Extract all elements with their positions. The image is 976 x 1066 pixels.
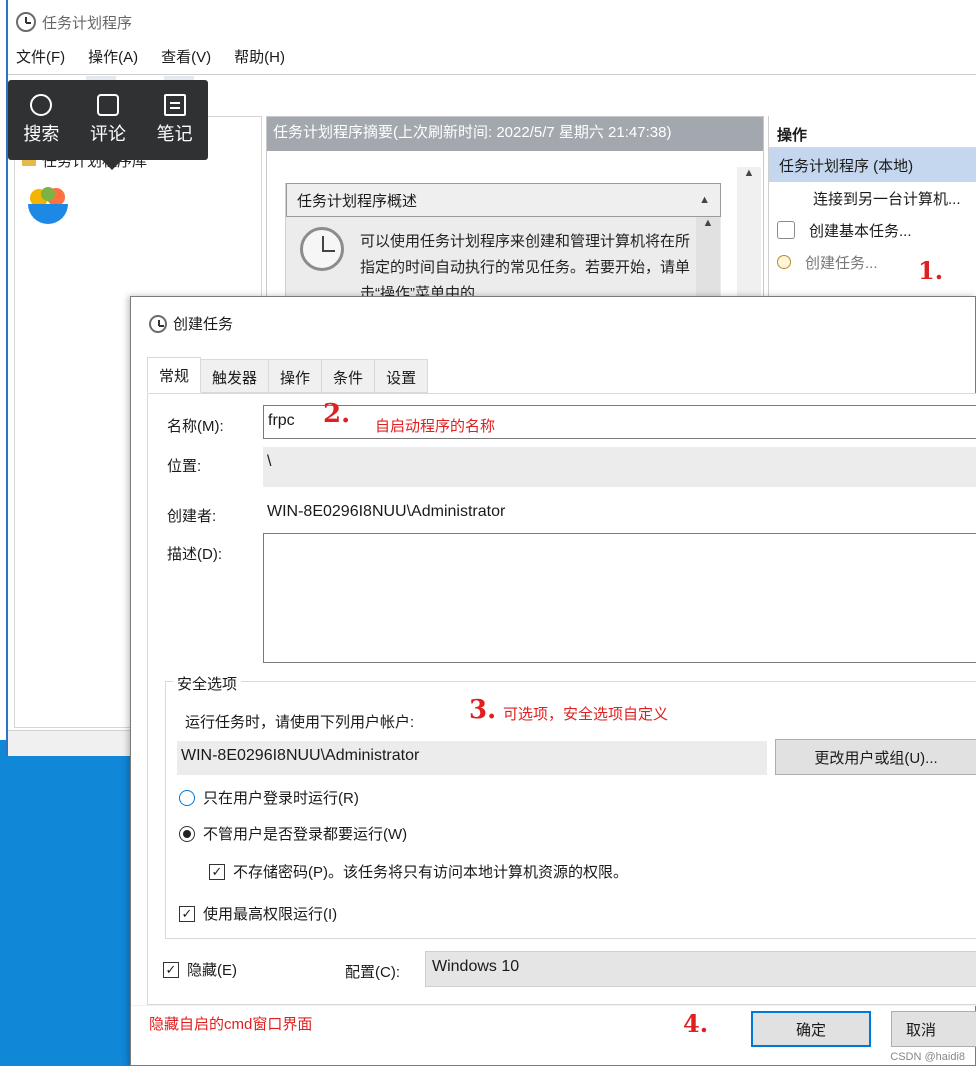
summary-pane: 任务计划程序摘要(上次刷新时间: 2022/5/7 星期六 21:47:38) … <box>266 116 764 317</box>
tab-general[interactable]: 常规 <box>147 357 202 393</box>
actions-header: 操作 <box>769 116 976 148</box>
search-icon <box>30 94 53 116</box>
radio-indicator-selected <box>179 825 195 842</box>
checkmark-icon: ✓ <box>179 905 195 922</box>
menu-view[interactable]: 查看(V) <box>161 46 211 67</box>
comment-tool[interactable]: 评论 <box>90 94 126 146</box>
comment-tool-label: 评论 <box>89 124 126 144</box>
fruit-bowl-icon <box>28 187 68 224</box>
menu-action[interactable]: 操作(A) <box>88 46 138 67</box>
annotation-name-note: 自启动程序的名称 <box>375 418 496 435</box>
floating-toolbar: 搜索 评论 笔记 <box>8 80 208 170</box>
location-field: \ <box>263 447 976 487</box>
actions-pane: 操作 任务计划程序 (本地) 连接到另一台计算机... 创建基本任务... 创建… <box>768 116 976 316</box>
cancel-button[interactable]: 取消 <box>891 1011 976 1047</box>
radio-run-always[interactable]: 不管用户是否登录都要运行(W) <box>179 823 407 844</box>
run-as-label: 运行任务时，请使用下列用户帐户: <box>185 714 415 731</box>
configure-label: 配置(C): <box>345 964 400 981</box>
author-value: WIN-8E0296I8NUU\Administrator <box>267 503 506 520</box>
main-window-title: 任务计划程序 <box>16 8 132 36</box>
watermark: CSDN @haidi8 <box>890 1051 965 1063</box>
annotation-step-2: 2. <box>323 399 351 429</box>
note-icon <box>163 94 186 116</box>
radio-run-logged-on-label: 只在用户登录时运行(R) <box>203 790 359 807</box>
annotation-step-4: 4. <box>683 1009 709 1038</box>
configure-select[interactable]: Windows 10 <box>425 951 976 987</box>
radio-indicator <box>179 789 195 806</box>
main-window-title-text: 任务计划程序 <box>42 14 133 32</box>
create-task-icon <box>777 255 791 269</box>
basic-task-icon <box>777 221 795 239</box>
radio-run-always-label: 不管用户是否登录都要运行(W) <box>203 826 408 843</box>
tab-strip: 常规 触发器 操作 条件 设置 <box>147 357 429 393</box>
annotation-step-3: 3. <box>469 695 497 725</box>
checkbox-no-store-password[interactable]: ✓ 不存储密码(P)。该任务将只有访问本地计算机资源的权限。 <box>209 861 628 882</box>
annotation-step-1: 1. <box>918 256 944 285</box>
description-label: 描述(D): <box>167 546 222 563</box>
toolbar-divider <box>8 74 976 75</box>
note-tool-label: 笔记 <box>156 124 193 144</box>
comment-icon <box>96 94 119 116</box>
tab-actions[interactable]: 操作 <box>269 359 323 393</box>
checkmark-icon: ✓ <box>163 961 179 978</box>
change-user-button[interactable]: 更改用户或组(U)... <box>775 739 976 775</box>
description-field[interactable] <box>263 533 976 663</box>
checkbox-highest-privileges[interactable]: ✓ 使用最高权限运行(I) <box>179 903 337 924</box>
annotation-hidden-note: 隐藏自启的cmd窗口界面 <box>149 1016 313 1033</box>
name-field-value: frpc <box>268 412 295 429</box>
action-connect[interactable]: 连接到另一台计算机... <box>769 182 976 214</box>
action-create-task-label: 创建任务... <box>805 254 878 272</box>
tab-settings[interactable]: 设置 <box>375 359 429 393</box>
name-field[interactable]: frpc <box>263 405 976 439</box>
author-label: 创建者: <box>167 508 217 525</box>
dialog-title-text: 创建任务 <box>173 316 234 333</box>
footer-divider <box>131 1005 976 1006</box>
menu-bar: 文件(F) 操作(A) 查看(V) 帮助(H) <box>16 46 285 67</box>
note-tool[interactable]: 笔记 <box>157 94 193 146</box>
no-store-password-label: 不存储密码(P)。该任务将只有访问本地计算机资源的权限。 <box>233 864 628 881</box>
highest-privileges-label: 使用最高权限运行(I) <box>203 906 338 923</box>
collapse-icon[interactable]: ▲ <box>699 194 710 206</box>
radio-run-logged-on[interactable]: 只在用户登录时运行(R) <box>179 787 359 808</box>
run-as-user-field: WIN-8E0296I8NUU\Administrator <box>177 741 767 775</box>
scroll-up-icon[interactable]: ▲ <box>696 217 720 229</box>
annotation-security-note: 可选项，安全选项自定义 <box>503 706 669 723</box>
ok-button[interactable]: 确定 <box>751 1011 871 1047</box>
clock-icon <box>149 314 167 333</box>
action-create-basic-task[interactable]: 创建基本任务... <box>769 214 976 246</box>
summary-scrollbar[interactable]: ▲ <box>737 167 761 317</box>
actions-section-local[interactable]: 任务计划程序 (本地) <box>769 148 976 182</box>
summary-header: 任务计划程序摘要(上次刷新时间: 2022/5/7 星期六 21:47:38) <box>267 117 763 151</box>
action-connect-label: 连接到另一台计算机... <box>813 190 961 208</box>
tab-conditions[interactable]: 条件 <box>322 359 376 393</box>
hidden-label: 隐藏(E) <box>187 962 237 979</box>
location-label: 位置: <box>167 458 202 475</box>
overview-title: 任务计划程序概述 <box>297 192 418 210</box>
dialog-title: 创建任务 <box>149 313 233 334</box>
search-tool-label: 搜索 <box>23 124 60 144</box>
menu-file[interactable]: 文件(F) <box>16 46 65 67</box>
overview-header[interactable]: 任务计划程序概述 ▲ <box>286 183 721 217</box>
security-options-legend: 安全选项 <box>173 673 242 694</box>
checkmark-icon: ✓ <box>209 863 225 880</box>
scroll-up-icon[interactable]: ▲ <box>737 167 761 179</box>
search-tool[interactable]: 搜索 <box>23 94 59 146</box>
action-create-basic-task-label: 创建基本任务... <box>809 222 912 240</box>
create-task-dialog: 创建任务 常规 触发器 操作 条件 设置 名称(M): frpc 2. 自启动程… <box>130 296 976 1066</box>
tab-triggers[interactable]: 触发器 <box>201 359 270 393</box>
action-create-task[interactable]: 创建任务... <box>769 246 976 278</box>
name-label: 名称(M): <box>167 418 224 435</box>
menu-help[interactable]: 帮助(H) <box>234 46 285 67</box>
clock-icon <box>16 12 36 32</box>
checkbox-hidden[interactable]: ✓ 隐藏(E) <box>163 959 237 980</box>
scheduler-clock-icon <box>300 227 344 271</box>
